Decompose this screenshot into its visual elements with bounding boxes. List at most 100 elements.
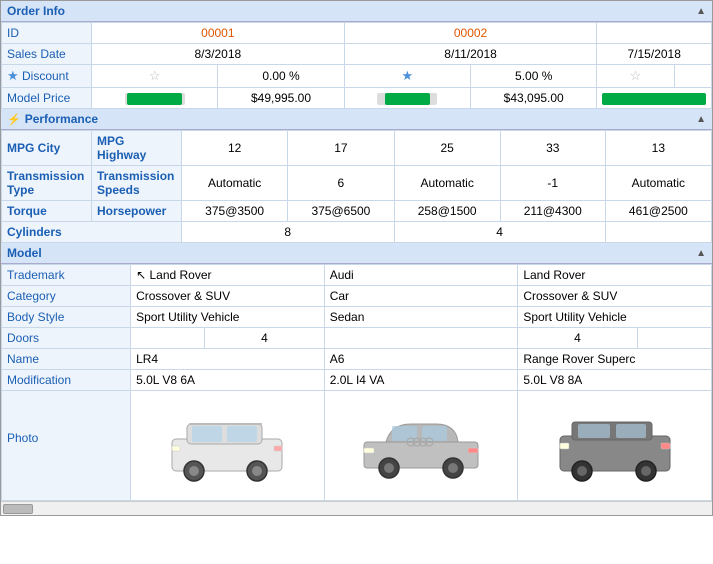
- horizontal-scrollbar[interactable]: [1, 501, 712, 515]
- progress-bar-1: [125, 93, 185, 105]
- model-header: Model ▲: [1, 243, 712, 264]
- id-link-1[interactable]: 00001: [201, 26, 234, 40]
- modification-val1: 5.0L V8 6A: [131, 370, 325, 391]
- torque-val3: 461@2500: [605, 201, 711, 222]
- discount-val3: [674, 65, 712, 88]
- modification-val3: 5.0L V8 8A: [518, 370, 712, 391]
- body-style-val1: Sport Utility Vehicle: [131, 307, 325, 328]
- model-price-bar2: [344, 88, 470, 109]
- mpg-val1a: 12: [182, 131, 288, 166]
- table-row: Sales Date 8/3/2018 8/11/2018 7/15/2018: [2, 44, 712, 65]
- cylinders-val2: 4: [394, 222, 605, 243]
- sales-date-val1: 8/3/2018: [92, 44, 345, 65]
- sales-date-val2: 8/11/2018: [344, 44, 597, 65]
- model-title: Model: [7, 246, 42, 260]
- modification-label: Modification: [2, 370, 131, 391]
- performance-table: MPG City MPG Highway 12 17 25 33 13 Tran…: [1, 130, 712, 243]
- hp-val2: 211@4300: [500, 201, 605, 222]
- id-val1: 00001: [92, 23, 345, 44]
- category-label: Category: [2, 286, 131, 307]
- trans-val2type: Automatic: [394, 166, 500, 201]
- discount-star1: ☆: [92, 65, 218, 88]
- progress-bar-2: [377, 93, 437, 105]
- doors-label: Doors: [2, 328, 131, 349]
- mpg-val3: 13: [605, 131, 711, 166]
- doors-val2b: 4: [518, 328, 637, 349]
- cursor-indicator: ↖: [136, 268, 146, 282]
- photo-car2: [324, 391, 518, 501]
- model-price-val1: $49,995.00: [218, 88, 344, 109]
- name-val1: LR4: [131, 349, 325, 370]
- trans-type-label: Transmission Type: [2, 166, 92, 201]
- model-price-bar1: [92, 88, 218, 109]
- order-info-table: ID 00001 00002 Sales Date 8/3/2018 8/11/…: [1, 22, 712, 109]
- doors-val1a: [131, 328, 205, 349]
- body-style-label: Body Style: [2, 307, 131, 328]
- table-row: ID 00001 00002: [2, 23, 712, 44]
- torque-val2: 258@1500: [394, 201, 500, 222]
- order-info-header: Order Info ▲: [1, 1, 712, 22]
- table-row: Doors 4 4: [2, 328, 712, 349]
- photo-label: Photo: [2, 391, 131, 501]
- discount-val2: 5.00 %: [471, 65, 597, 88]
- doors-val3: [637, 328, 711, 349]
- table-row: Transmission Type Transmission Speeds Au…: [2, 166, 712, 201]
- mpg-val2a: 25: [394, 131, 500, 166]
- table-row: Model Price $49,995.00 $43,095.00: [2, 88, 712, 109]
- table-row: Modification 5.0L V8 6A 2.0L I4 VA 5.0L …: [2, 370, 712, 391]
- table-row: Name LR4 A6 Range Rover Superc: [2, 349, 712, 370]
- cylinders-label: Cylinders: [2, 222, 182, 243]
- table-row: Trademark ↖ Land Rover Audi Land Rover: [2, 265, 712, 286]
- discount-label: ★ Discount: [2, 65, 92, 88]
- id-label: ID: [2, 23, 92, 44]
- category-val1: Crossover & SUV: [131, 286, 325, 307]
- model-table: Trademark ↖ Land Rover Audi Land Rover C…: [1, 264, 712, 501]
- name-val3: Range Rover Superc: [518, 349, 712, 370]
- model-price-val2: $43,095.00: [471, 88, 597, 109]
- category-val3: Crossover & SUV: [518, 286, 712, 307]
- trademark-val3: Land Rover: [518, 265, 712, 286]
- table-row: ★ Discount ☆ 0.00 % ★ 5.00 % ☆: [2, 65, 712, 88]
- body-style-val2: Sedan: [324, 307, 518, 328]
- trans-val1speeds: 6: [288, 166, 394, 201]
- discount-val1: 0.00 %: [218, 65, 344, 88]
- photo-car3: [518, 391, 712, 501]
- model-price-label: Model Price: [2, 88, 92, 109]
- progress-fill-3: [602, 93, 706, 105]
- model-collapse[interactable]: ▲: [696, 248, 706, 259]
- hp-val1: 375@6500: [288, 201, 394, 222]
- trans-val1type: Automatic: [182, 166, 288, 201]
- star-filled-icon-2: ★: [402, 68, 414, 83]
- doors-val2a: [324, 328, 518, 349]
- modification-val2: 2.0L I4 VA: [324, 370, 518, 391]
- id-link-2[interactable]: 00002: [454, 26, 487, 40]
- star-filled-icon: ★: [7, 68, 19, 83]
- scroll-thumb[interactable]: [3, 504, 33, 514]
- trans-val2speeds: -1: [500, 166, 605, 201]
- table-row: Torque Horsepower 375@3500 375@6500 258@…: [2, 201, 712, 222]
- trademark-val1: ↖ Land Rover: [131, 265, 325, 286]
- progress-fill-1: [127, 93, 182, 105]
- trans-speeds-label: Transmission Speeds: [92, 166, 182, 201]
- torque-val1: 375@3500: [182, 201, 288, 222]
- sales-date-label: Sales Date: [2, 44, 92, 65]
- main-container: Order Info ▲ ID 00001 00002 Sales Date 8…: [0, 0, 713, 516]
- cylinders-val3: [605, 222, 711, 243]
- progress-fill-2: [385, 93, 430, 105]
- discount-star3: ☆: [597, 65, 674, 88]
- hp-label: Horsepower: [92, 201, 182, 222]
- table-row: MPG City MPG Highway 12 17 25 33 13: [2, 131, 712, 166]
- star-empty-icon-3: ☆: [630, 68, 642, 83]
- performance-collapse[interactable]: ▲: [696, 114, 706, 125]
- table-row: Body Style Sport Utility Vehicle Sedan S…: [2, 307, 712, 328]
- body-style-val3: Sport Utility Vehicle: [518, 307, 712, 328]
- mpg-val2b: 33: [500, 131, 605, 166]
- trademark-val2: Audi: [324, 265, 518, 286]
- order-info-collapse[interactable]: ▲: [696, 6, 706, 17]
- car-svg-2: [356, 404, 486, 484]
- cylinders-val1: 8: [182, 222, 395, 243]
- photo-row: Photo: [2, 391, 712, 501]
- name-label: Name: [2, 349, 131, 370]
- discount-star2: ★: [344, 65, 470, 88]
- performance-icon: ⚡: [7, 113, 21, 126]
